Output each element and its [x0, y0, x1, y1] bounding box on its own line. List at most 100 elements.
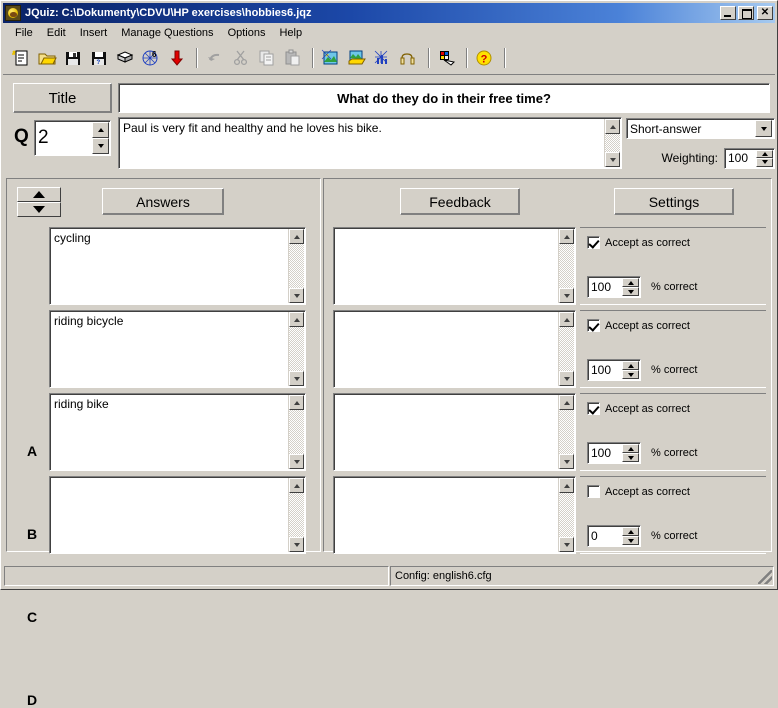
answer-text-d[interactable] [50, 477, 288, 553]
answer-d-scrollbar[interactable] [288, 478, 304, 552]
menu-item-file[interactable]: File [8, 26, 40, 40]
weighting-spin-up[interactable] [756, 149, 773, 158]
answer-c-scroll-up-button[interactable] [289, 395, 304, 410]
undo-icon[interactable] [203, 46, 227, 70]
chevron-down-icon[interactable] [755, 120, 772, 137]
move-answer-down-button[interactable] [17, 202, 61, 217]
menu-item-insert[interactable]: Insert [73, 26, 115, 40]
menu-item-options[interactable]: Options [221, 26, 273, 40]
answer-input-d[interactable] [49, 476, 306, 554]
answer-text-a[interactable]: cycling [50, 228, 288, 304]
percent-c-spin-down[interactable] [622, 453, 639, 462]
minimize-button[interactable] [720, 6, 736, 20]
answer-input-c[interactable]: riding bike [49, 393, 306, 471]
percent-correct-stepper-b[interactable]: 100 [587, 359, 641, 381]
insert-media-icon[interactable] [397, 46, 421, 70]
accept-as-correct-checkbox-d[interactable] [587, 485, 600, 498]
accept-as-correct-row-c[interactable]: Accept as correct [587, 402, 690, 415]
answer-a-scroll-up-button[interactable] [289, 229, 304, 244]
menu-item-edit[interactable]: Edit [40, 26, 73, 40]
feedback-d-scrollbar[interactable] [558, 478, 574, 552]
answer-a-scroll-down-button[interactable] [289, 288, 304, 303]
new-icon[interactable] [9, 46, 33, 70]
feedback-b-scrollbar[interactable] [558, 312, 574, 386]
book-icon[interactable] [113, 46, 137, 70]
answer-input-b[interactable]: riding bicycle [49, 310, 306, 388]
hotpotatoes-icon[interactable] [5, 5, 21, 21]
insert-link-icon[interactable] [371, 46, 395, 70]
question-text-value[interactable]: Paul is very fit and healthy and he love… [119, 118, 604, 168]
answer-a-scrollbar[interactable] [288, 229, 304, 303]
feedback-a-scrollbar[interactable] [558, 229, 574, 303]
red-down-arrow-icon[interactable] [165, 46, 189, 70]
close-button[interactable]: ✕ [757, 6, 773, 20]
answer-c-scroll-down-button[interactable] [289, 454, 304, 469]
percent-correct-spinner-c[interactable] [622, 444, 639, 462]
question-number-spin-up[interactable] [92, 122, 109, 138]
copy-icon[interactable] [255, 46, 279, 70]
menu-item-manage-questions[interactable]: Manage Questions [114, 26, 220, 40]
feedback-input-b[interactable] [333, 310, 576, 388]
percent-correct-value-d[interactable]: 0 [588, 526, 622, 546]
insert-picture-file-icon[interactable] [345, 46, 369, 70]
percent-correct-value-b[interactable]: 100 [588, 360, 622, 380]
percent-correct-stepper-c[interactable]: 100 [587, 442, 641, 464]
insert-picture-icon[interactable] [319, 46, 343, 70]
question-number-value[interactable]: 2 [35, 121, 92, 155]
feedback-c-scroll-down-button[interactable] [559, 454, 574, 469]
question-text-area[interactable]: Paul is very fit and healthy and he love… [118, 117, 622, 169]
answer-text-c[interactable]: riding bike [50, 394, 288, 470]
question-number-spinner[interactable] [92, 122, 109, 154]
feedback-text-d[interactable] [334, 477, 558, 553]
title-bar[interactable]: JQuiz: C:\Dokumenty\CDVU\HP exercises\ho… [3, 3, 775, 23]
maximize-button[interactable] [738, 6, 754, 20]
feedback-input-c[interactable] [333, 393, 576, 471]
feedback-text-b[interactable] [334, 311, 558, 387]
answer-d-scroll-down-button[interactable] [289, 537, 304, 552]
percent-a-spin-up[interactable] [622, 278, 639, 287]
answer-text-b[interactable]: riding bicycle [50, 311, 288, 387]
weighting-spin-down[interactable] [756, 158, 773, 167]
feedback-b-scroll-up-button[interactable] [559, 312, 574, 327]
question-number-stepper[interactable]: 2 [34, 120, 111, 156]
exercise-title-input[interactable]: What do they do in their free time? [118, 83, 770, 113]
save-icon[interactable] [61, 46, 85, 70]
feedback-header-button[interactable]: Feedback [400, 188, 520, 215]
percent-correct-spinner-d[interactable] [622, 527, 639, 545]
weighting-spinner[interactable] [756, 149, 773, 167]
percent-correct-spinner-b[interactable] [622, 361, 639, 379]
feedback-a-scroll-down-button[interactable] [559, 288, 574, 303]
feedback-text-c[interactable] [334, 394, 558, 470]
colors-icon[interactable] [435, 46, 459, 70]
question-type-select[interactable]: Short-answer [626, 118, 775, 139]
accept-as-correct-checkbox-b[interactable] [587, 319, 600, 332]
export-web6-icon[interactable]: 6 [139, 46, 163, 70]
answer-c-scrollbar[interactable] [288, 395, 304, 469]
feedback-input-d[interactable] [333, 476, 576, 554]
feedback-a-scroll-up-button[interactable] [559, 229, 574, 244]
percent-c-spin-up[interactable] [622, 444, 639, 453]
feedback-c-scroll-up-button[interactable] [559, 395, 574, 410]
percent-b-spin-up[interactable] [622, 361, 639, 370]
help-icon[interactable]: ? [473, 46, 497, 70]
weighting-value[interactable]: 100 [725, 149, 756, 168]
save-as-icon[interactable]: ? [87, 46, 111, 70]
feedback-text-a[interactable] [334, 228, 558, 304]
feedback-input-a[interactable] [333, 227, 576, 305]
answer-b-scrollbar[interactable] [288, 312, 304, 386]
answer-d-scroll-up-button[interactable] [289, 478, 304, 493]
answers-header-button[interactable]: Answers [102, 188, 224, 215]
percent-correct-value-c[interactable]: 100 [588, 443, 622, 463]
percent-a-spin-down[interactable] [622, 287, 639, 296]
question-scroll-up-button[interactable] [605, 119, 620, 134]
percent-correct-value-a[interactable]: 100 [588, 277, 622, 297]
question-scroll-down-button[interactable] [605, 152, 620, 167]
feedback-d-scroll-up-button[interactable] [559, 478, 574, 493]
accept-as-correct-checkbox-c[interactable] [587, 402, 600, 415]
move-answer-up-button[interactable] [17, 187, 61, 202]
percent-correct-stepper-d[interactable]: 0 [587, 525, 641, 547]
accept-as-correct-row-b[interactable]: Accept as correct [587, 319, 690, 332]
question-number-spin-down[interactable] [92, 138, 109, 154]
answer-input-a[interactable]: cycling [49, 227, 306, 305]
percent-correct-stepper-a[interactable]: 100 [587, 276, 641, 298]
